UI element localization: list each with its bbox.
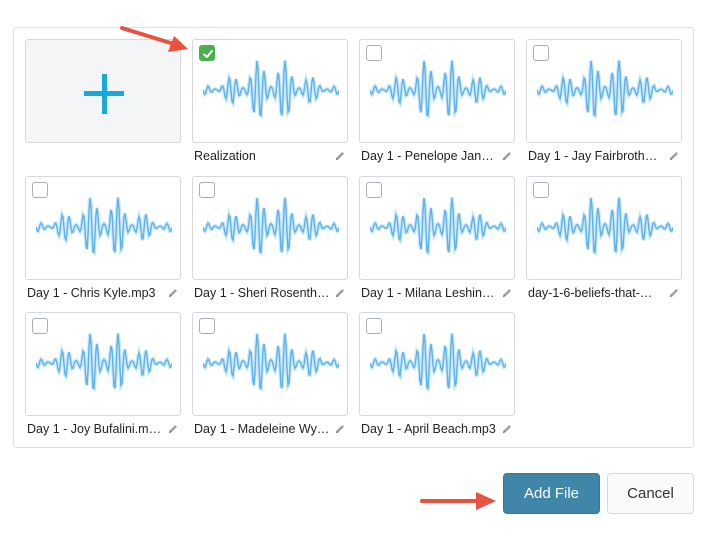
audio-waveform-icon (370, 60, 506, 120)
plus-icon-vertical (101, 74, 107, 114)
audio-waveform-icon (370, 333, 506, 393)
pencil-icon[interactable] (334, 150, 346, 162)
audio-file-tile[interactable] (25, 312, 181, 416)
audio-file-tile[interactable] (526, 176, 682, 280)
audio-file-tile[interactable] (359, 312, 515, 416)
audio-waveform-icon (36, 333, 172, 393)
red-arrow-icon (420, 492, 496, 510)
audio-file-tile[interactable] (526, 39, 682, 143)
file-name-label: Day 1 - April Beach.mp3 (361, 422, 496, 436)
audio-file-tile[interactable] (359, 176, 515, 280)
pencil-icon[interactable] (167, 423, 179, 435)
add-file-button[interactable]: Add File (503, 473, 600, 514)
audio-file-tile[interactable] (359, 39, 515, 143)
pencil-icon[interactable] (668, 150, 680, 162)
cancel-button[interactable]: Cancel (607, 473, 694, 514)
pencil-icon[interactable] (334, 423, 346, 435)
audio-file-tile[interactable] (192, 176, 348, 280)
pencil-icon[interactable] (334, 287, 346, 299)
audio-file-tile[interactable] (25, 176, 181, 280)
pencil-icon[interactable] (668, 287, 680, 299)
audio-waveform-icon (537, 197, 673, 257)
pencil-icon[interactable] (167, 287, 179, 299)
audio-waveform-icon (537, 60, 673, 120)
audio-waveform-icon (36, 197, 172, 257)
file-name-label: day-1-6-beliefs-that-… (528, 286, 653, 300)
file-name-label: Realization (194, 149, 256, 163)
file-picker-panel: Realization Day 1 - Penelope Jan… Day 1 - … (13, 27, 694, 448)
audio-waveform-icon (203, 333, 339, 393)
pencil-icon[interactable] (501, 150, 513, 162)
file-name-label: Day 1 - Sheri Rosenth… (194, 286, 330, 300)
audio-waveform-icon (370, 197, 506, 257)
file-name-label: Day 1 - Chris Kyle.mp3 (27, 286, 156, 300)
file-name-label: Day 1 - Penelope Jan… (361, 149, 494, 163)
pencil-icon[interactable] (501, 423, 513, 435)
audio-file-tile[interactable] (192, 312, 348, 416)
file-name-label: Day 1 - Milana Leshin… (361, 286, 495, 300)
audio-waveform-icon (203, 197, 339, 257)
file-name-label: Day 1 - Madeleine Wy… (194, 422, 330, 436)
audio-file-tile[interactable] (192, 39, 348, 143)
file-name-label: Day 1 - Joy Bufalini.m… (27, 422, 162, 436)
red-arrow-icon (120, 26, 188, 52)
audio-waveform-icon (203, 60, 339, 120)
pencil-icon[interactable] (501, 287, 513, 299)
file-name-label: Day 1 - Jay Fairbroth… (528, 149, 658, 163)
